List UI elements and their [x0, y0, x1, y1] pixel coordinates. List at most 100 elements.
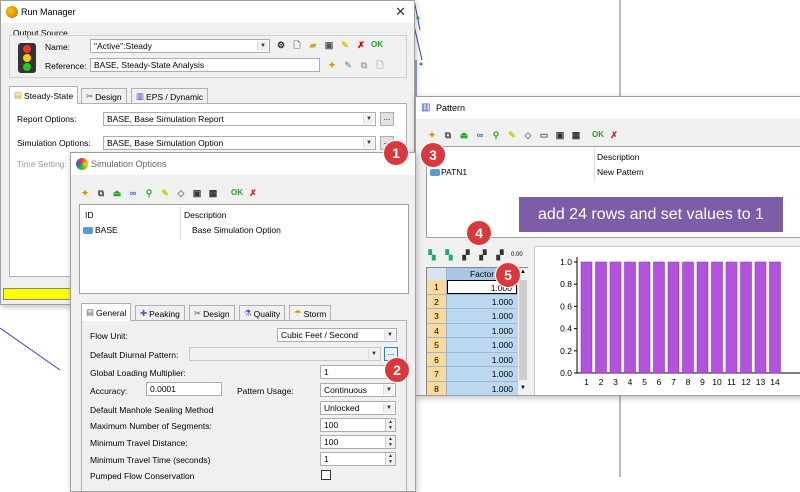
- ok-button[interactable]: OK: [371, 39, 383, 51]
- link-icon[interactable]: ∞: [474, 129, 486, 141]
- table-row[interactable]: 7 1.000: [427, 367, 517, 382]
- report-options-browse-button[interactable]: ...: [380, 112, 394, 126]
- chevron-down-icon: ▼: [363, 138, 374, 148]
- min-travel-distance-stepper[interactable]: 100 ▲ ▼: [320, 435, 396, 449]
- stepper-arrows-icon[interactable]: ▲ ▼: [385, 453, 395, 465]
- close-icon[interactable]: ✕: [395, 4, 406, 20]
- factor-cell[interactable]: 1.000: [447, 338, 517, 352]
- factor-cell[interactable]: 1.000: [447, 367, 517, 381]
- link-icon[interactable]: ∞: [127, 187, 139, 199]
- eraser-icon[interactable]: ◇: [522, 129, 534, 141]
- x-tick-label: 11: [727, 377, 736, 387]
- grid-scrollbar[interactable]: ▲ ▼: [517, 268, 528, 395]
- report-options-select[interactable]: BASE, Base Simulation Report ▼: [103, 112, 376, 126]
- edit-pencil-icon[interactable]: ✎: [339, 39, 351, 51]
- eraser-icon[interactable]: ◇: [175, 187, 187, 199]
- simulation-options-title: Simulation Options: [91, 159, 167, 169]
- ok-button[interactable]: OK: [592, 129, 604, 141]
- tab-design[interactable]: ✂ Design: [189, 305, 235, 321]
- simulation-options-label: Simulation Options:: [17, 138, 91, 148]
- y-tick-label: 0.2: [560, 346, 572, 356]
- simulation-options-select[interactable]: BASE, Base Simulation Option ▼: [103, 136, 376, 150]
- tab-general[interactable]: ▤ General: [81, 303, 132, 321]
- ok-button[interactable]: OK: [231, 187, 243, 199]
- factor-cell[interactable]: 1.000: [447, 294, 517, 308]
- accuracy-input[interactable]: 0.0001: [146, 382, 222, 396]
- general-icon: ▤: [86, 307, 95, 317]
- list-item[interactable]: BASE Base Simulation Option: [80, 224, 408, 238]
- x-tick-label: 2: [599, 377, 604, 387]
- factor-cell[interactable]: 1.000: [447, 381, 517, 395]
- tab-peaking[interactable]: ✚ Peaking: [135, 305, 185, 321]
- factor-cell[interactable]: 1.000: [447, 352, 517, 366]
- name-select[interactable]: "Active":Steady ▼: [90, 39, 270, 53]
- factor-cell[interactable]: 1.000: [447, 323, 517, 337]
- cancel-icon[interactable]: ✗: [247, 187, 259, 199]
- y-tick-label: 0.6: [560, 301, 572, 311]
- save-icon[interactable]: ▣: [554, 129, 566, 141]
- fill-rows-icon[interactable]: ▞: [494, 249, 506, 261]
- new-icon[interactable]: ✦: [426, 129, 438, 141]
- run-icon[interactable]: ⚙: [275, 39, 287, 51]
- manhole-sealing-select[interactable]: Unlocked ▼: [320, 401, 396, 415]
- stepper-arrows-icon[interactable]: ▲ ▼: [385, 419, 395, 431]
- add-row-icon[interactable]: ▚: [443, 249, 455, 261]
- table-row[interactable]: 8 1.000: [427, 381, 517, 395]
- move-row-icon[interactable]: ▞: [477, 249, 489, 261]
- insert-row-icon[interactable]: ▚: [426, 249, 438, 261]
- name-label: Name:: [45, 42, 71, 52]
- min-travel-time-stepper[interactable]: 1 ▲ ▼: [320, 452, 396, 466]
- edit-pencil-icon[interactable]: ✎: [506, 129, 518, 141]
- list-item[interactable]: PATN1 New Pattern: [427, 166, 800, 180]
- select-icon[interactable]: ⚲: [143, 187, 155, 199]
- tab-quality[interactable]: ⚗ Quality: [239, 305, 286, 321]
- pumped-flow-checkbox[interactable]: [321, 470, 331, 480]
- step-badge-4: 4: [466, 220, 492, 246]
- new-icon[interactable]: 🗋: [291, 39, 303, 51]
- copy-icon[interactable]: ▭: [538, 129, 550, 141]
- open-folder-icon[interactable]: ▰: [307, 39, 319, 51]
- edit-pencil-icon[interactable]: ✎: [159, 187, 171, 199]
- x-tick-label: 3: [613, 377, 618, 387]
- save-all-icon[interactable]: ▦: [207, 187, 219, 199]
- table-row[interactable]: 4 1.000: [427, 323, 517, 338]
- new-reference-icon[interactable]: ✦: [326, 59, 338, 71]
- duplicate-icon[interactable]: ⧉: [95, 187, 107, 199]
- duplicate-icon[interactable]: ⧉: [442, 129, 454, 141]
- diurnal-pattern-label: Default Diurnal Pattern:: [90, 350, 179, 360]
- delete-icon[interactable]: ✗: [355, 39, 367, 51]
- new-icon[interactable]: ✦: [79, 187, 91, 199]
- factor-cell[interactable]: 1.000: [447, 309, 517, 323]
- cancel-icon[interactable]: ✗: [608, 129, 620, 141]
- tab-steady-state[interactable]: ▤ Steady-State: [9, 86, 79, 104]
- table-row[interactable]: 5 1.000: [427, 338, 517, 353]
- scroll-thumb[interactable]: [519, 280, 527, 380]
- flow-unit-select[interactable]: Cubic Feet / Second ▼: [277, 328, 397, 342]
- save-icon[interactable]: ▣: [191, 187, 203, 199]
- save-icon[interactable]: ▣: [323, 39, 335, 51]
- tab-storm[interactable]: ☂ Storm: [289, 305, 332, 321]
- table-row[interactable]: 6 1.000: [427, 352, 517, 367]
- pattern-usage-select[interactable]: Continuous ▼: [320, 383, 396, 397]
- tab-design[interactable]: ✂ Design: [81, 88, 127, 104]
- max-segments-stepper[interactable]: 100 ▲ ▼: [320, 418, 396, 432]
- tab-eps-dynamic[interactable]: ▥ EPS / Dynamic: [131, 88, 209, 104]
- chevron-down-icon: ▼: [257, 41, 268, 51]
- diurnal-pattern-select[interactable]: ▼: [189, 347, 381, 361]
- copy-reference-icon[interactable]: ⧉: [358, 59, 370, 71]
- x-tick-label: 5: [642, 377, 647, 387]
- stepper-arrows-icon[interactable]: ▲ ▼: [385, 436, 395, 448]
- save-all-icon[interactable]: ▦: [570, 129, 582, 141]
- table-row[interactable]: 3 1.000: [427, 309, 517, 324]
- zero-values-button[interactable]: 0.00: [511, 249, 523, 261]
- time-setting-label: Time Setting:: [17, 159, 67, 169]
- tray-icon[interactable]: ⏏: [458, 129, 470, 141]
- table-row[interactable]: 2 1.000: [427, 294, 517, 309]
- global-loading-multiplier-label: Global Loading Multiplier:: [90, 368, 186, 378]
- paste-reference-icon[interactable]: 🗋: [374, 59, 386, 71]
- edit-reference-icon[interactable]: ✎: [342, 59, 354, 71]
- step-badge-1: 1: [383, 140, 409, 166]
- select-icon[interactable]: ⚲: [490, 129, 502, 141]
- delete-row-icon[interactable]: ▞: [460, 249, 472, 261]
- tray-icon[interactable]: ⏏: [111, 187, 123, 199]
